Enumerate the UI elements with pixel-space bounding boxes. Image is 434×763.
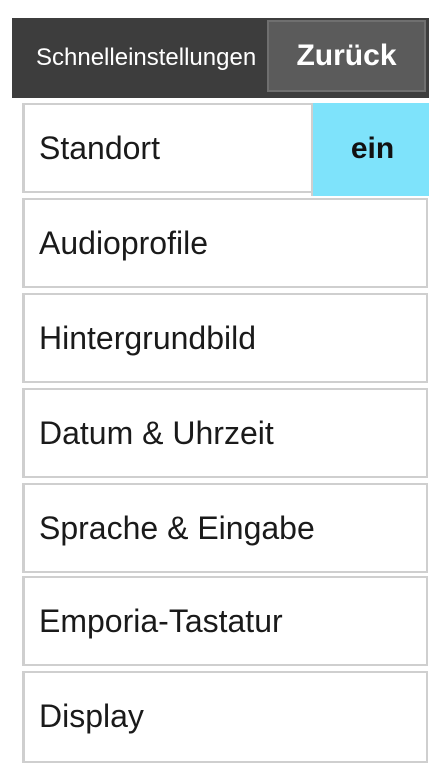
list-item-hintergrundbild[interactable]: Hintergrundbild — [22, 293, 428, 383]
list-item-standort[interactable]: Standort ein — [22, 103, 432, 196]
location-toggle[interactable]: ein — [311, 103, 432, 196]
list-item-audioprofile[interactable]: Audioprofile — [22, 198, 428, 288]
left-margin — [0, 0, 12, 760]
header-bar: Schnelleinstellungen Zurück — [12, 18, 429, 98]
page-title: Schnelleinstellungen — [36, 44, 257, 71]
right-margin — [429, 0, 434, 760]
list-item-label: Display — [39, 698, 144, 734]
list-item-display[interactable]: Display — [22, 671, 428, 763]
list-item-datum-uhrzeit[interactable]: Datum & Uhrzeit — [22, 388, 428, 478]
list-item-label: Sprache & Eingabe — [39, 510, 315, 546]
list-item-label: Hintergrundbild — [39, 320, 257, 356]
settings-screen: Schnelleinstellungen Zurück Standort ein… — [0, 0, 434, 763]
list-item-label: Datum & Uhrzeit — [39, 415, 274, 451]
list-item-label: Emporia-Tastatur — [39, 603, 283, 639]
list-item-emporia-tastatur[interactable]: Emporia-Tastatur — [22, 576, 428, 666]
list-item-label: Standort — [39, 130, 160, 166]
list-item-sprache-eingabe[interactable]: Sprache & Eingabe — [22, 483, 428, 573]
list-item-label: Audioprofile — [39, 225, 208, 261]
back-button[interactable]: Zurück — [267, 20, 426, 92]
